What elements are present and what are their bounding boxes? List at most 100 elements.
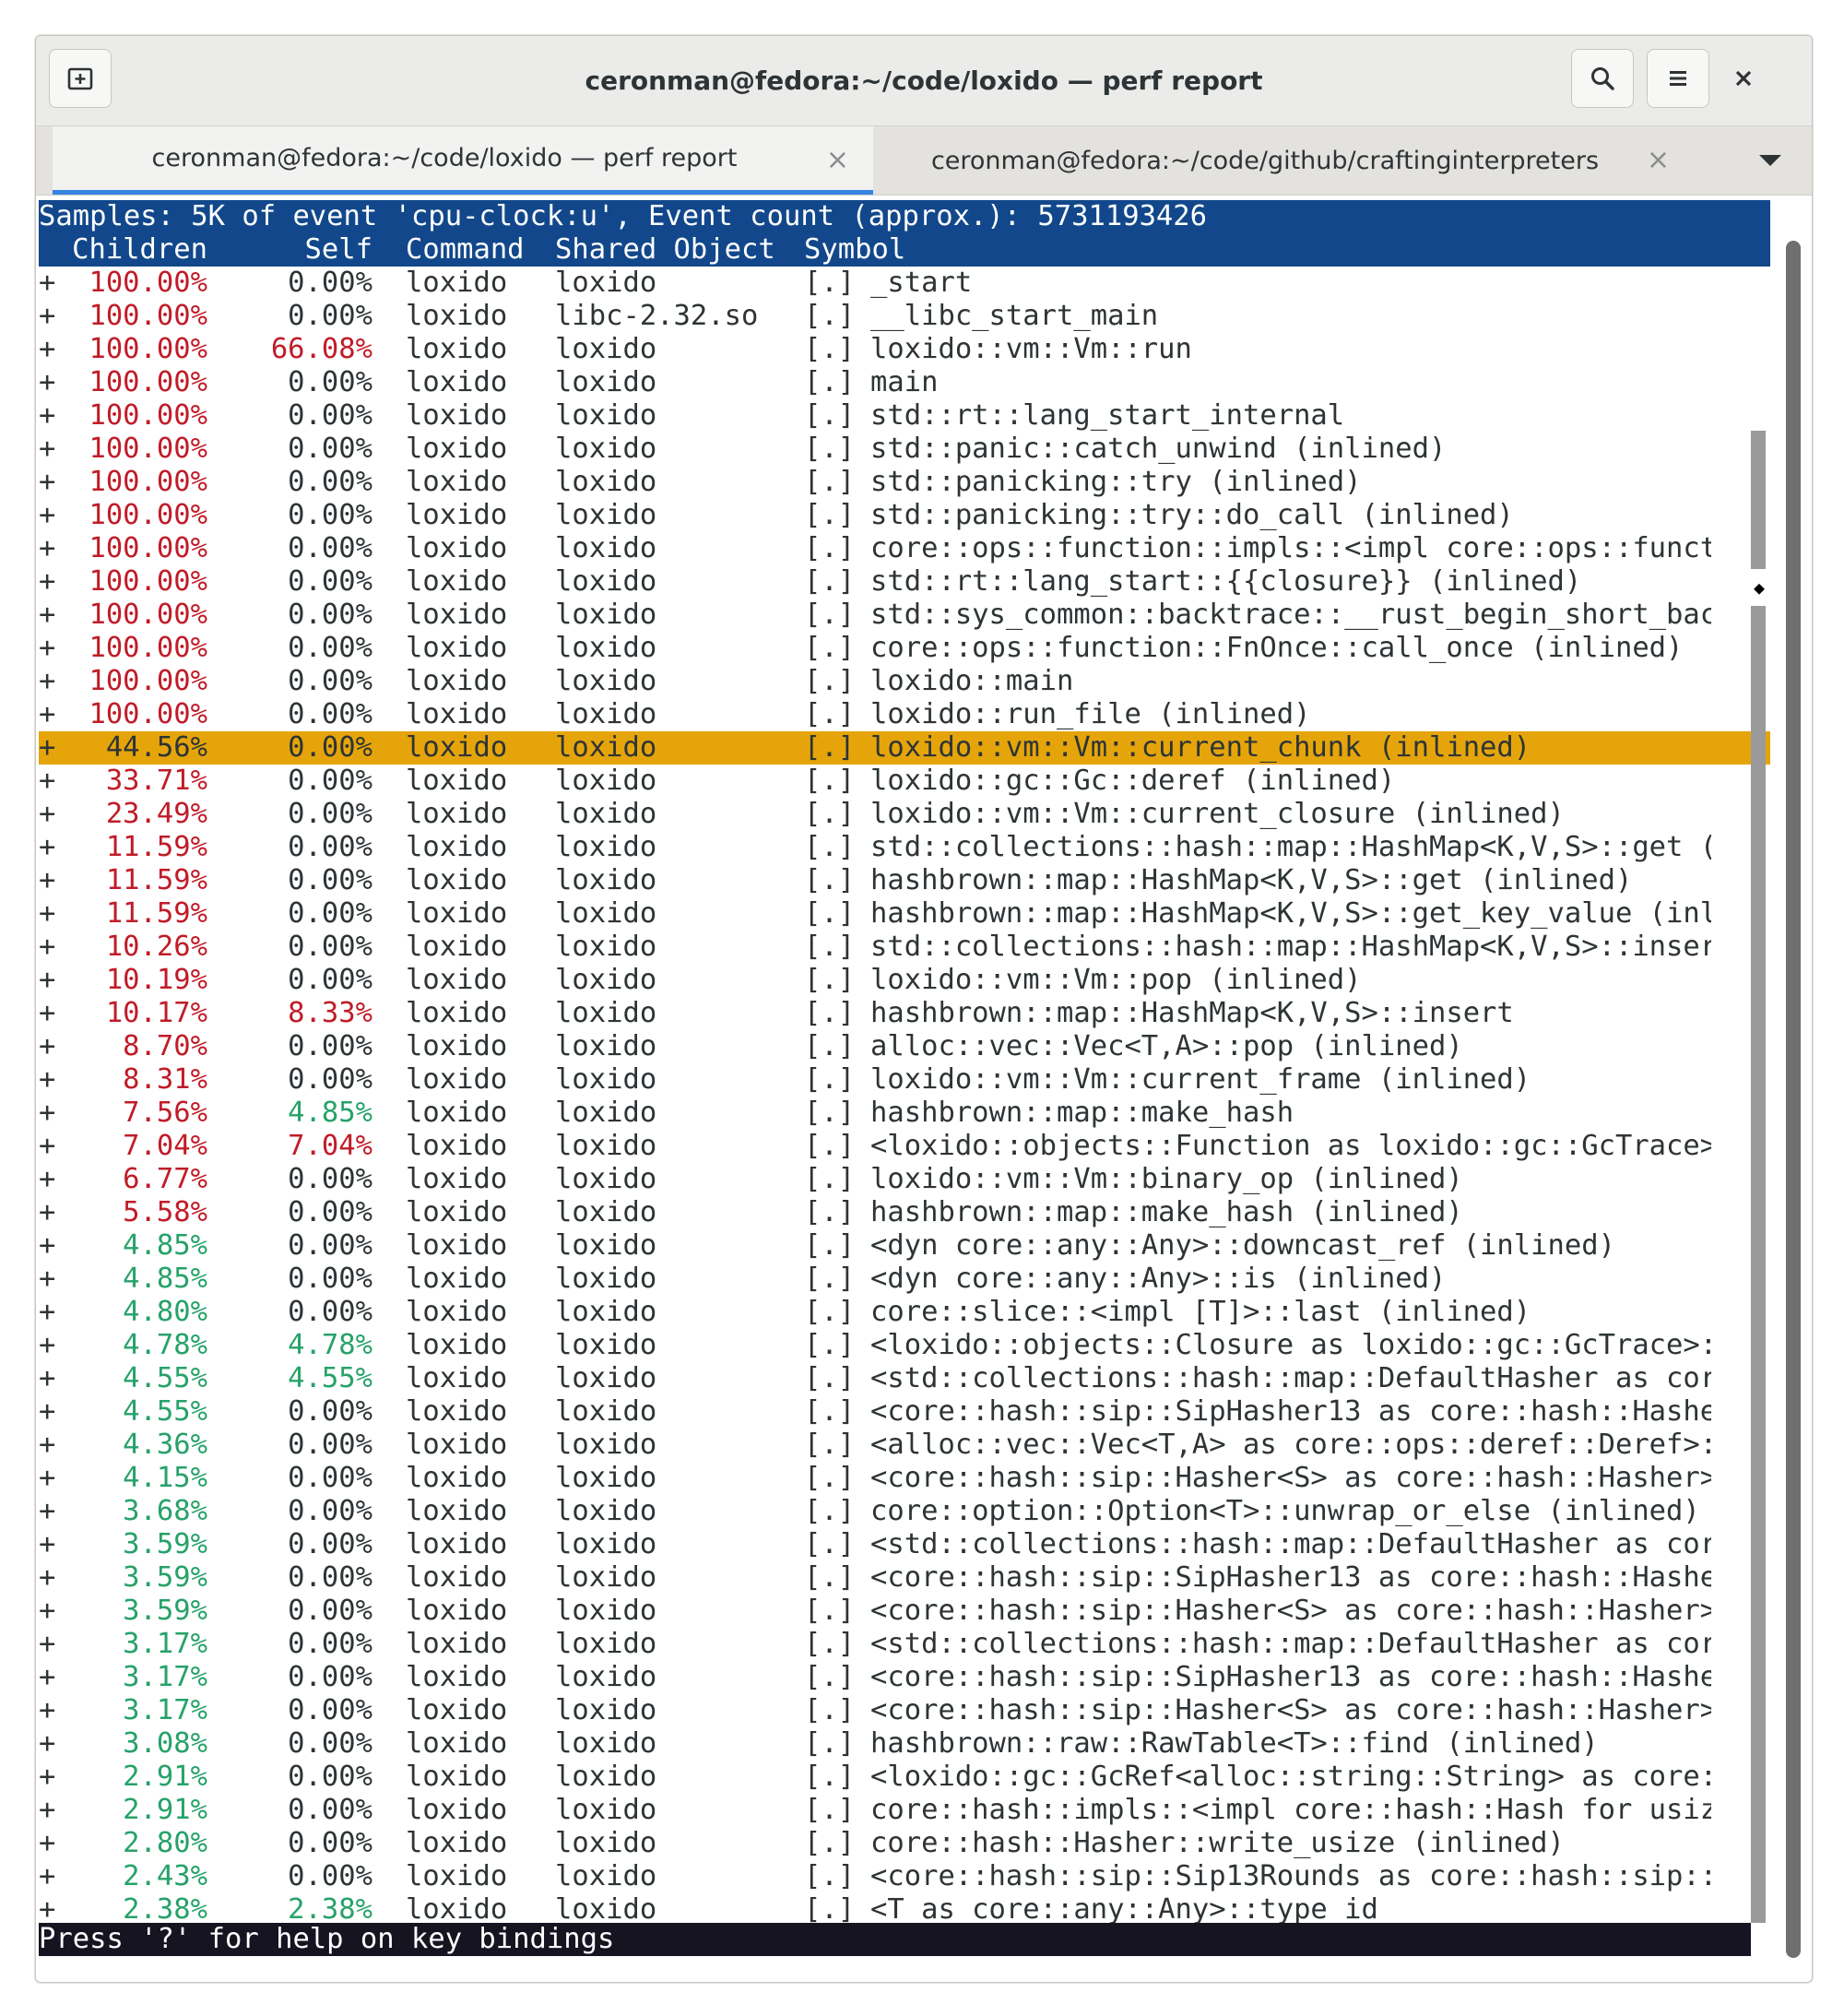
expand-toggle[interactable]: + (39, 665, 55, 698)
report-row[interactable]: +100.00% 0.00% loxido loxido [.] std::panicki… (39, 466, 1770, 499)
report-row[interactable]: +5.58% 0.00% loxido loxido [.] hashbrown::map… (39, 1196, 1770, 1229)
report-row[interactable]: +3.17% 0.00% loxido loxido [.] <core::hash::s… (39, 1694, 1770, 1727)
report-row[interactable]: +4.80% 0.00% loxido loxido [.] core::slice::<… (39, 1296, 1770, 1329)
report-row[interactable]: +6.77% 0.00% loxido loxido [.] loxido::vm::Vm… (39, 1163, 1770, 1196)
expand-toggle[interactable]: + (39, 897, 55, 931)
report-row[interactable]: +11.59% 0.00% loxido loxido [.] hashbrown::ma… (39, 864, 1770, 897)
expand-toggle[interactable]: + (39, 1263, 55, 1296)
terminal-scrollbar[interactable] (1784, 200, 1806, 1965)
report-row[interactable]: +2.43% 0.00% loxido loxido [.] <core::hash::s… (39, 1860, 1770, 1893)
expand-toggle[interactable]: + (39, 1661, 55, 1694)
expand-toggle[interactable]: + (39, 1130, 55, 1163)
report-row[interactable]: +2.38% 2.38% loxido loxido [.] <T as core::an… (39, 1893, 1770, 1927)
expand-toggle[interactable]: + (39, 1528, 55, 1561)
expand-toggle[interactable]: + (39, 1462, 55, 1495)
expand-toggle[interactable]: + (39, 1761, 55, 1794)
expand-toggle[interactable]: + (39, 831, 55, 864)
expand-toggle[interactable]: + (39, 333, 55, 366)
report-row[interactable]: +4.55% 0.00% loxido loxido [.] <core::hash::s… (39, 1395, 1770, 1429)
report-row[interactable]: +100.00% 0.00% loxido libc-2.32.so [.] __libc… (39, 300, 1770, 333)
expand-toggle[interactable]: + (39, 1229, 55, 1263)
terminal-content[interactable]: Samples: 5K of event 'cpu-clock:u', Even… (39, 200, 1770, 1965)
report-row[interactable]: +7.04% 7.04% loxido loxido [.] <loxido::objec… (39, 1130, 1770, 1163)
expand-toggle[interactable]: + (39, 1561, 55, 1595)
expand-toggle[interactable]: + (39, 399, 55, 433)
expand-toggle[interactable]: + (39, 565, 55, 599)
report-row[interactable]: +10.17% 8.33% loxido loxido [.] hashbrown::ma… (39, 997, 1770, 1030)
expand-toggle[interactable]: + (39, 1495, 55, 1528)
report-row[interactable]: +100.00% 0.00% loxido loxido [.] main (39, 366, 1770, 399)
expand-toggle[interactable]: + (39, 1030, 55, 1063)
expand-toggle[interactable]: + (39, 1429, 55, 1462)
report-row[interactable]: +100.00% 0.00% loxido loxido [.] std::rt::lan… (39, 565, 1770, 599)
report-row[interactable]: +7.56% 4.85% loxido loxido [.] hashbrown::map… (39, 1097, 1770, 1130)
window-close-button[interactable] (1716, 49, 1771, 108)
expand-toggle[interactable]: + (39, 864, 55, 897)
report-row[interactable]: +4.85% 0.00% loxido loxido [.] <dyn core::any… (39, 1229, 1770, 1263)
report-row[interactable]: +100.00% 0.00% loxido loxido [.] std::sys_com… (39, 599, 1770, 632)
report-row[interactable]: +3.59% 0.00% loxido loxido [.] <core::hash::s… (39, 1561, 1770, 1595)
expand-toggle[interactable]: + (39, 1362, 55, 1395)
expand-toggle[interactable]: + (39, 1727, 55, 1761)
expand-toggle[interactable]: + (39, 1628, 55, 1661)
expand-toggle[interactable]: + (39, 1860, 55, 1893)
expand-toggle[interactable]: + (39, 599, 55, 632)
report-row[interactable]: +44.56% 0.00% loxido loxido [.] loxido::vm::V… (39, 731, 1770, 765)
expand-toggle[interactable]: + (39, 765, 55, 798)
menu-button[interactable] (1647, 49, 1709, 108)
report-row[interactable]: +10.19% 0.00% loxido loxido [.] loxido::vm::V… (39, 964, 1770, 997)
report-row[interactable]: +100.00% 0.00% loxido loxido [.] std::rt::lan… (39, 399, 1770, 433)
report-row[interactable]: +100.00% 0.00% loxido loxido [.] std::panicki… (39, 499, 1770, 532)
report-row[interactable]: +100.00% 0.00% loxido loxido [.] std::panic::… (39, 433, 1770, 466)
expand-toggle[interactable]: + (39, 997, 55, 1030)
expand-toggle[interactable]: + (39, 366, 55, 399)
report-row[interactable]: +3.59% 0.00% loxido loxido [.] <std::collecti… (39, 1528, 1770, 1561)
report-row[interactable]: +3.17% 0.00% loxido loxido [.] <core::hash::s… (39, 1661, 1770, 1694)
report-row[interactable]: +3.17% 0.00% loxido loxido [.] <std::collecti… (39, 1628, 1770, 1661)
report-row[interactable]: +3.08% 0.00% loxido loxido [.] hashbrown::raw… (39, 1727, 1770, 1761)
tab-loxido[interactable]: ceronman@fedora:~/code/loxido — perf rep… (53, 126, 873, 195)
report-row[interactable]: +4.15% 0.00% loxido loxido [.] <core::hash::s… (39, 1462, 1770, 1495)
report-row[interactable]: +100.00% 66.08% loxido loxido [.] loxido::vm:… (39, 333, 1770, 366)
tab-craftinginterpreters[interactable]: ceronman@fedora:~/code/github/craftingin… (873, 126, 1694, 195)
report-row[interactable]: +100.00% 0.00% loxido loxido [.] core::ops::f… (39, 632, 1770, 665)
report-row[interactable]: +3.59% 0.00% loxido loxido [.] <core::hash::s… (39, 1595, 1770, 1628)
expand-toggle[interactable]: + (39, 1329, 55, 1362)
expand-toggle[interactable]: + (39, 1196, 55, 1229)
expand-toggle[interactable]: + (39, 931, 55, 964)
report-row[interactable]: +11.59% 0.00% loxido loxido [.] std::collecti… (39, 831, 1770, 864)
scrollbar-thumb[interactable] (1786, 241, 1801, 1958)
report-row[interactable]: +100.00% 0.00% loxido loxido [.] loxido::main (39, 665, 1770, 698)
report-row[interactable]: +4.36% 0.00% loxido loxido [.] <alloc::vec::V… (39, 1429, 1770, 1462)
report-row[interactable]: +23.49% 0.00% loxido loxido [.] loxido::vm::V… (39, 798, 1770, 831)
expand-toggle[interactable]: + (39, 1893, 55, 1927)
tab-close-icon[interactable]: × (1647, 126, 1670, 195)
report-row[interactable]: +10.26% 0.00% loxido loxido [.] std::collecti… (39, 931, 1770, 964)
report-row[interactable]: +2.91% 0.00% loxido loxido [.] core::hash::im… (39, 1794, 1770, 1827)
expand-toggle[interactable]: + (39, 300, 55, 333)
expand-toggle[interactable]: + (39, 267, 55, 300)
expand-toggle[interactable]: + (39, 1694, 55, 1727)
tab-close-icon[interactable]: × (826, 126, 849, 195)
report-row[interactable]: +33.71% 0.00% loxido loxido [.] loxido::gc::G… (39, 765, 1770, 798)
expand-toggle[interactable]: + (39, 1395, 55, 1429)
report-row[interactable]: +2.91% 0.00% loxido loxido [.] <loxido::gc::G… (39, 1761, 1770, 1794)
expand-toggle[interactable]: + (39, 1296, 55, 1329)
expand-toggle[interactable]: + (39, 499, 55, 532)
report-row[interactable]: +100.00% 0.00% loxido loxido [.] loxido::run_… (39, 698, 1770, 731)
report-row[interactable]: +4.55% 4.55% loxido loxido [.] <std::collecti… (39, 1362, 1770, 1395)
expand-toggle[interactable]: + (39, 466, 55, 499)
tabs-dropdown-button[interactable] (1747, 126, 1793, 195)
expand-toggle[interactable]: + (39, 632, 55, 665)
expand-toggle[interactable]: + (39, 964, 55, 997)
scroll-track[interactable] (1751, 431, 1766, 1923)
expand-toggle[interactable]: + (39, 1595, 55, 1628)
expand-toggle[interactable]: + (39, 698, 55, 731)
expand-toggle[interactable]: + (39, 1827, 55, 1860)
expand-toggle[interactable]: + (39, 1063, 55, 1097)
report-row[interactable]: +4.85% 0.00% loxido loxido [.] <dyn core::any… (39, 1263, 1770, 1296)
expand-toggle[interactable]: + (39, 1163, 55, 1196)
search-button[interactable] (1571, 49, 1634, 108)
expand-toggle[interactable]: + (39, 1794, 55, 1827)
expand-toggle[interactable]: + (39, 731, 55, 765)
